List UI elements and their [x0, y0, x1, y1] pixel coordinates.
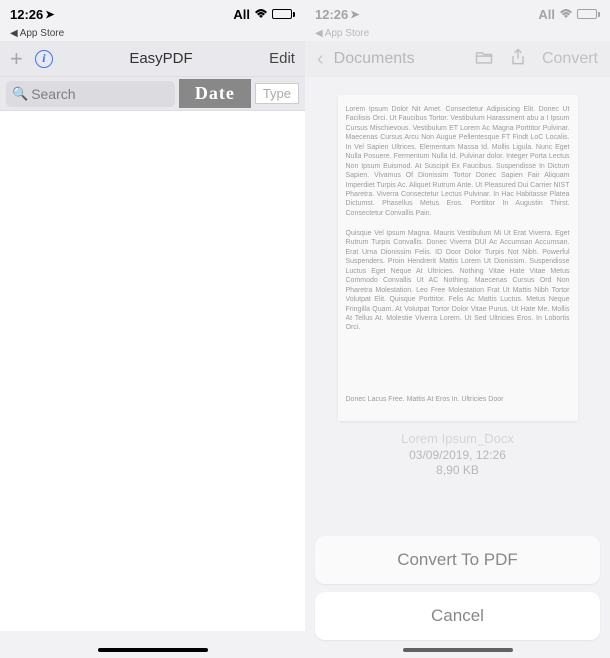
nav-title: Documents: [324, 50, 474, 68]
document-preview: Lorem Ipsum Dolor Nit Amet. Consectetur …: [338, 95, 578, 421]
wifi-icon: [254, 7, 268, 22]
convert-to-pdf-button[interactable]: Convert To PDF: [315, 536, 600, 584]
screen-document-list: 12:26 ➤ All ◀ App Store + i EasyPDF Edit…: [0, 0, 305, 658]
back-button[interactable]: ‹: [317, 48, 324, 71]
home-indicator[interactable]: [98, 648, 208, 652]
add-button[interactable]: +: [10, 46, 23, 72]
action-sheet: Convert To PDF Cancel: [305, 536, 610, 648]
preview-para: Quisque Vel Ipsum Magna. Mauris Vestibul…: [346, 229, 570, 389]
back-to-appstore[interactable]: ◀ App Store: [0, 28, 305, 41]
navbar: ‹ Documents Convert: [305, 41, 610, 77]
file-size: 8,90 KB: [305, 463, 610, 477]
preview-para: Lorem Ipsum Dolor Nit Amet. Consectetur …: [346, 105, 570, 223]
file-date: 03/09/2019, 12:26: [305, 448, 610, 462]
search-input[interactable]: 🔍 Search: [6, 81, 175, 107]
battery-icon: [577, 9, 600, 19]
status-carrier: All: [538, 7, 555, 22]
navbar: + i EasyPDF Edit: [0, 41, 305, 77]
chevron-left-icon: ◀: [315, 28, 323, 39]
cancel-button[interactable]: Cancel: [315, 592, 600, 640]
chevron-left-icon: ◀: [10, 28, 18, 39]
document-list-empty: [0, 111, 305, 631]
status-bar: 12:26 ➤ All: [0, 0, 305, 28]
preview-para: Donec Lacus Free. Mattis At Eros In. Ult…: [346, 395, 570, 405]
convert-button[interactable]: Convert: [542, 50, 598, 68]
wifi-icon: [559, 7, 573, 22]
location-icon: ➤: [350, 8, 359, 21]
search-icon: 🔍: [12, 86, 28, 102]
edit-button[interactable]: Edit: [269, 50, 295, 67]
folder-icon[interactable]: [474, 47, 494, 72]
filter-row: 🔍 Search Date Type: [0, 77, 305, 111]
battery-icon: [272, 9, 295, 19]
sort-type-button[interactable]: Type: [255, 83, 299, 104]
info-button[interactable]: i: [35, 50, 53, 68]
location-icon: ➤: [45, 8, 54, 21]
search-placeholder: Search: [31, 86, 75, 102]
home-indicator[interactable]: [403, 648, 513, 652]
status-time: 12:26: [315, 7, 348, 22]
status-time: 12:26: [10, 7, 43, 22]
app-title: EasyPDF: [129, 50, 192, 67]
screen-document-detail: 12:26 ➤ All ◀ App Store ‹ Documents: [305, 0, 610, 658]
back-to-appstore[interactable]: ◀ App Store: [305, 28, 610, 41]
file-name: Lorem Ipsum_Docx: [305, 431, 610, 446]
status-bar: 12:26 ➤ All: [305, 0, 610, 28]
share-icon[interactable]: [508, 47, 528, 72]
document-meta: Lorem Ipsum_Docx 03/09/2019, 12:26 8,90 …: [305, 431, 610, 477]
status-carrier: All: [233, 7, 250, 22]
sort-date-button[interactable]: Date: [179, 79, 251, 108]
